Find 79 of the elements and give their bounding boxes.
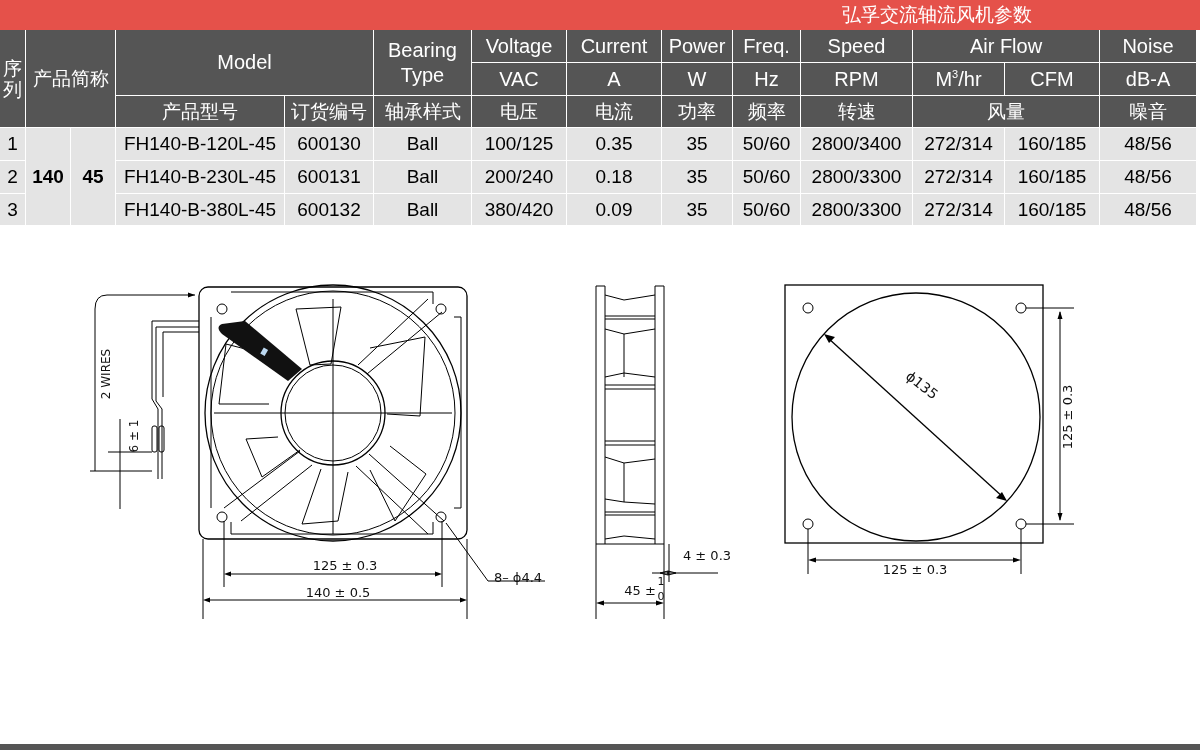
table-cell: 2800/3300 — [801, 194, 912, 225]
table-cell: 140 — [26, 128, 70, 225]
table-cell: 272/314 — [913, 161, 1004, 193]
table-cell: 2 — [0, 161, 25, 193]
column-header: W — [662, 63, 732, 95]
table-cell: 600131 — [285, 161, 373, 193]
table-cell: 0.18 — [567, 161, 661, 193]
table-title: 弘孚交流轴流风机参数 — [842, 2, 1032, 27]
table-cell: Ball — [374, 128, 471, 160]
table-cell: Ball — [374, 161, 471, 193]
column-header: Noise — [1100, 30, 1196, 62]
column-header: 序列 — [0, 30, 25, 127]
table-cell: 0.09 — [567, 194, 661, 225]
table-cell: 272/314 — [913, 128, 1004, 160]
table-cell: 50/60 — [733, 194, 800, 225]
dimension-label: 125 ± 0.3 — [312, 558, 378, 573]
table-cell: 35 — [662, 161, 732, 193]
table-cell: 272/314 — [913, 194, 1004, 225]
column-header: 电流 — [567, 96, 661, 127]
column-header: RPM — [801, 63, 912, 95]
column-header: A — [567, 63, 661, 95]
table-cell: 3 — [0, 194, 25, 225]
column-header: 噪音 — [1100, 96, 1196, 127]
table-cell: 50/60 — [733, 128, 800, 160]
table-cell: Ball — [374, 194, 471, 225]
dimension-label: 1 — [657, 575, 665, 588]
column-header: Freq. — [733, 30, 800, 62]
table-cell: 160/185 — [1005, 128, 1099, 160]
column-header: Power — [662, 30, 732, 62]
column-header: 轴承样式 — [374, 96, 471, 127]
table-cell: 600130 — [285, 128, 373, 160]
table-cell: 200/240 — [472, 161, 566, 193]
table-cell: 48/56 — [1100, 128, 1196, 160]
column-header: 风量 — [913, 96, 1099, 127]
column-header: Air Flow — [913, 30, 1099, 62]
table-cell: 35 — [662, 128, 732, 160]
dimension-label: 45 ± — [624, 583, 656, 598]
table-cell: 100/125 — [472, 128, 566, 160]
column-header: Hz — [733, 63, 800, 95]
dimension-label: 2 WIRES — [99, 348, 113, 400]
dimension-label: 6 ± 1 — [127, 419, 141, 453]
dimension-label: 125 ± 0.3 — [882, 562, 948, 577]
dimension-label: 0 — [657, 590, 665, 603]
dimension-label: 140 ± 0.5 — [305, 585, 371, 600]
column-header: 功率 — [662, 96, 732, 127]
column-header: Model — [116, 30, 373, 95]
table-cell: 380/420 — [472, 194, 566, 225]
column-header: 产品型号 — [116, 96, 284, 127]
column-header: Current — [567, 30, 661, 62]
table-cell: 50/60 — [733, 161, 800, 193]
table-cell: 2800/3400 — [801, 128, 912, 160]
table-cell: FH140-B-230L-45 — [116, 161, 284, 193]
table-cell: 48/56 — [1100, 194, 1196, 225]
table-cell: 48/56 — [1100, 161, 1196, 193]
table-cell: 600132 — [285, 194, 373, 225]
column-header: M$^{3}$/hr — [913, 63, 1004, 95]
table-cell: 45 — [71, 128, 115, 225]
table-cell: FH140-B-380L-45 — [116, 194, 284, 225]
table-cell: 160/185 — [1005, 161, 1099, 193]
column-header: 产品简称 — [26, 30, 115, 127]
table-cell: FH140-B-120L-45 — [116, 128, 284, 160]
column-header: VAC — [472, 63, 566, 95]
column-header: Bearing Type — [374, 30, 471, 95]
dimension-label: 4 ± 0.3 — [682, 548, 732, 563]
column-header: CFM — [1005, 63, 1099, 95]
column-header: Speed — [801, 30, 912, 62]
table-cell: 35 — [662, 194, 732, 225]
column-header: 频率 — [733, 96, 800, 127]
table-cell: 0.35 — [567, 128, 661, 160]
column-header: dB-A — [1100, 63, 1196, 95]
table-cell: 1 — [0, 128, 25, 160]
table-cell: 2800/3300 — [801, 161, 912, 193]
column-header: 转速 — [801, 96, 912, 127]
column-header: Voltage — [472, 30, 566, 62]
dimension-label: 8– ϕ4.4 — [493, 570, 543, 585]
column-header: 电压 — [472, 96, 566, 127]
table-cell: 160/185 — [1005, 194, 1099, 225]
column-header: 订货编号 — [285, 96, 373, 127]
dimension-label: 125 ± 0.3 — [1060, 384, 1075, 450]
